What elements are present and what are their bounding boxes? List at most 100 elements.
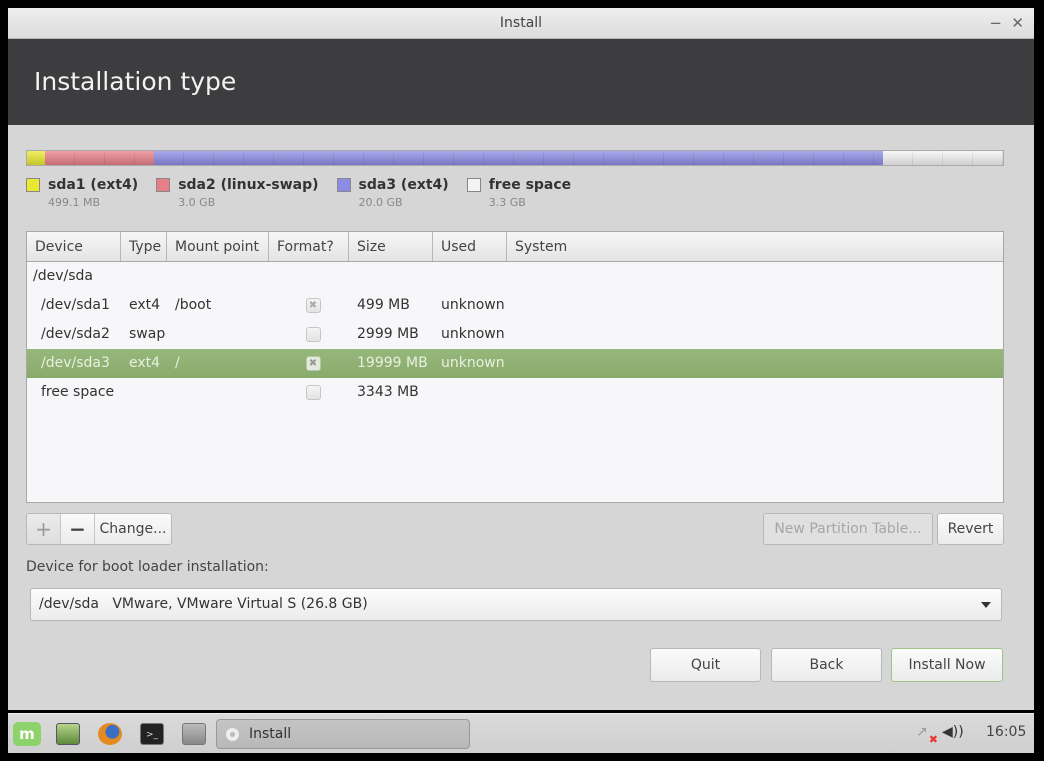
cell-format: ✖ (269, 291, 349, 320)
disc-icon (226, 728, 239, 741)
minimize-button[interactable]: − (989, 8, 1002, 39)
cell-mount: / (175, 355, 180, 371)
legend-swatch (26, 178, 40, 192)
legend-label: free space (488, 177, 572, 193)
dropdown-arrow-icon (981, 602, 991, 608)
network-icon: ↗ (916, 724, 928, 740)
legend-size: 3.3 GB (488, 196, 526, 209)
cell-format (269, 378, 349, 407)
cell-used: unknown (441, 297, 505, 313)
partition-edit-buttons: + − Change... (26, 513, 172, 545)
partition-legend: sda1 (ext4) 499.1 MB sda2 (linux-swap) 3.0 … (26, 177, 589, 209)
legend-swatch (156, 178, 171, 192)
table-row[interactable]: free space 3343 MB (27, 378, 1003, 407)
partition-table: Device Type Mount point Format? Size Use… (26, 231, 1004, 503)
cell-used: unknown (441, 326, 505, 342)
cell-system (507, 349, 515, 378)
cell-device: /dev/sda1 (41, 297, 110, 313)
legend-swatch (466, 178, 481, 192)
column-format[interactable]: Format? (269, 232, 349, 261)
disk-segment-sda2 (45, 151, 155, 165)
cell-type: ext4 (129, 355, 161, 371)
legend-swatch (336, 178, 351, 192)
cell-format: ✖ (269, 349, 349, 378)
table-row[interactable]: /dev/sda2 swap 2999 MB unknown (27, 320, 1003, 349)
cell-device: /dev/sda3 (41, 355, 110, 371)
cell-system (507, 378, 515, 407)
firefox-icon[interactable] (98, 723, 122, 745)
legend-label: sda1 (ext4) (48, 177, 139, 193)
network-disconnected-icon[interactable]: ↗ ✖ (916, 724, 938, 746)
legend-size: 20.0 GB (358, 196, 403, 209)
change-partition-button[interactable]: Change... (95, 514, 171, 544)
disk-usage-bar (26, 150, 1004, 166)
disk-row[interactable]: /dev/sda (27, 262, 1003, 291)
back-button[interactable]: Back (771, 648, 882, 682)
cell-device: /dev/sda2 (41, 326, 110, 342)
cell-size: 3343 MB (357, 384, 419, 400)
cell-type: ext4 (129, 297, 161, 313)
format-checkbox[interactable]: ✖ (305, 298, 321, 313)
cell-system (507, 291, 515, 320)
bootloader-device-select[interactable]: /dev/sda VMware, VMware Virtual S (26.8 … (30, 588, 1002, 621)
cell-used (433, 378, 507, 407)
cell-device: free space (41, 384, 115, 400)
cell-mount (167, 320, 269, 349)
table-row[interactable]: /dev/sda1 ext4/boot ✖ 499 MB unknown (27, 291, 1003, 320)
terminal-icon[interactable]: >_ (140, 723, 164, 745)
titlebar: Install − ✕ (8, 8, 1034, 39)
column-device[interactable]: Device (27, 232, 121, 261)
cell-used: unknown (441, 355, 505, 371)
volume-icon[interactable]: ◀)) (942, 724, 964, 740)
add-partition-button[interactable]: + (27, 514, 61, 544)
disk-segment-free (882, 151, 1004, 165)
install-now-button[interactable]: Install Now (891, 648, 1003, 682)
legend-item: free space 3.3 GB (466, 177, 572, 209)
column-system[interactable]: System (507, 232, 1003, 261)
page-header: Installation type (8, 39, 1034, 125)
bootloader-selected-value: /dev/sda VMware, VMware Virtual S (26.8 … (39, 596, 368, 612)
cell-size: 499 MB (357, 297, 410, 313)
table-header: Device Type Mount point Format? Size Use… (27, 232, 1003, 262)
close-button[interactable]: ✕ (1011, 8, 1024, 39)
taskbar: m >_ Install ↗ ✖ ◀)) 16:05 (8, 713, 1034, 753)
new-partition-table-button[interactable]: New Partition Table... (763, 513, 933, 545)
disk-segment-sda3 (154, 151, 884, 165)
disk-device: /dev/sda (33, 268, 93, 284)
format-checkbox[interactable] (305, 385, 321, 400)
error-x-icon: ✖ (928, 733, 938, 746)
cell-type (121, 378, 167, 407)
legend-item: sda1 (ext4) 499.1 MB (26, 177, 138, 209)
bootloader-label: Device for boot loader installation: (26, 559, 269, 575)
revert-button[interactable]: Revert (937, 513, 1004, 545)
format-checkbox[interactable]: ✖ (305, 356, 321, 371)
legend-label: sda2 (linux-swap) (178, 177, 319, 193)
cell-format (269, 320, 349, 349)
linux-mint-menu-icon[interactable]: m (13, 722, 41, 746)
clock[interactable]: 16:05 (986, 724, 1026, 740)
table-row[interactable]: /dev/sda3 ext4 / ✖ 19999 MB unknown (27, 349, 1003, 378)
legend-item: sda2 (linux-swap) 3.0 GB (156, 177, 319, 209)
format-checkbox[interactable] (305, 327, 321, 342)
cell-type: swap (129, 326, 166, 342)
taskbar-window-label: Install (249, 726, 292, 742)
column-used[interactable]: Used (433, 232, 507, 261)
cell-size: 2999 MB (357, 326, 419, 342)
quit-button[interactable]: Quit (650, 648, 761, 682)
column-size[interactable]: Size (349, 232, 433, 261)
cell-mount: /boot (175, 297, 212, 313)
legend-label: sda3 (ext4) (358, 177, 449, 193)
column-mount-point[interactable]: Mount point (167, 232, 269, 261)
legend-size: 3.0 GB (178, 196, 216, 209)
show-desktop-icon[interactable] (56, 723, 80, 745)
column-type[interactable]: Type (121, 232, 167, 261)
system-manager-icon[interactable] (182, 723, 206, 745)
legend-size: 499.1 MB (48, 196, 101, 209)
legend-item: sda3 (ext4) 20.0 GB (336, 177, 449, 209)
page-title: Installation type (34, 67, 237, 96)
disk-segment-sda1 (27, 151, 46, 165)
cell-size: 19999 MB (357, 355, 428, 371)
taskbar-window-install[interactable]: Install (216, 719, 470, 749)
remove-partition-button[interactable]: − (61, 514, 95, 544)
window-title: Install (499, 15, 543, 31)
